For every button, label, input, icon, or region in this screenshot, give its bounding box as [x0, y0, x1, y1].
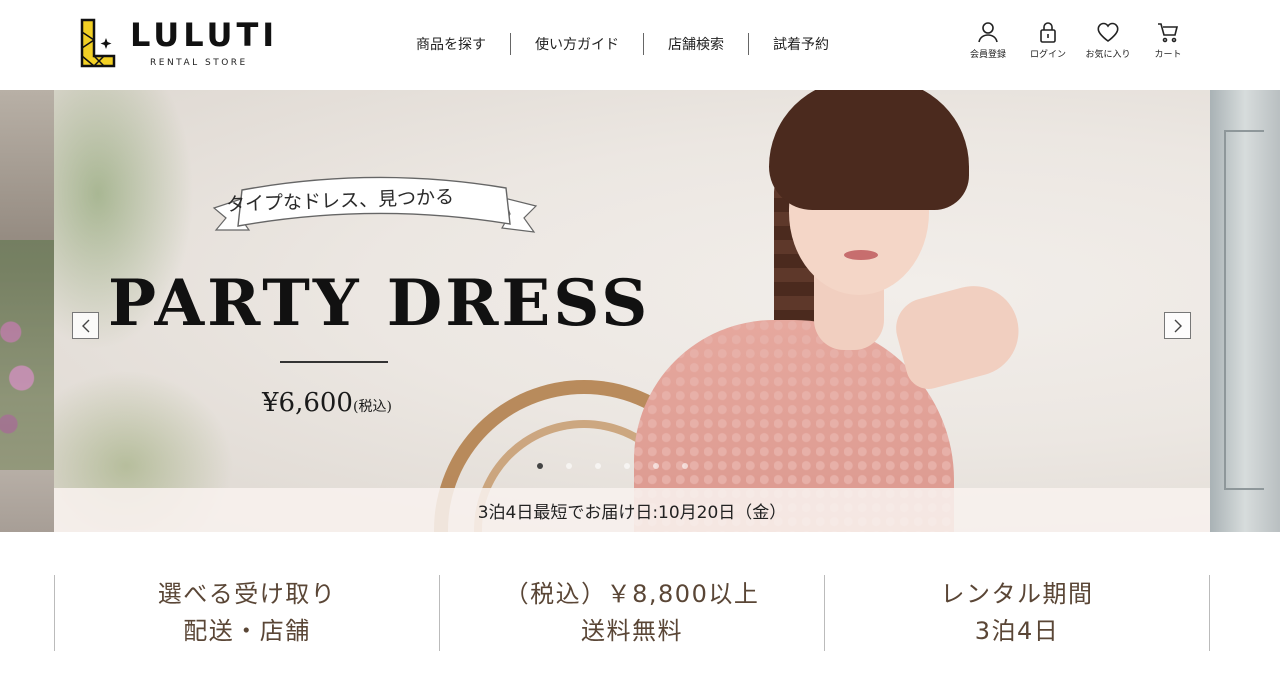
favorites-label: お気に入り	[1085, 50, 1131, 60]
cart-button[interactable]: カート	[1138, 20, 1198, 60]
nav-item-store-search[interactable]: 店舗検索	[644, 34, 748, 54]
hero-carousel: タイプなドレス、見つかる PARTY DRESS ¥6,600(税込) 3泊4日…	[0, 90, 1280, 532]
heart-icon	[1097, 22, 1119, 42]
price-tax-note: (税込)	[352, 399, 392, 415]
feature-pickup-title: 選べる受け取り	[157, 580, 337, 608]
feature-period-title: レンタル期間	[940, 580, 1094, 608]
feature-pickup-detail: 配送・店舗	[183, 617, 311, 645]
register-button[interactable]: 会員登録	[958, 20, 1018, 60]
next-slide-peek	[1210, 90, 1280, 532]
nav-item-fitting-reservation[interactable]: 試着予約	[749, 34, 853, 54]
login-label: ログイン	[1029, 50, 1066, 60]
logo-subtitle: RENTAL STORE	[150, 58, 248, 68]
carousel-dots	[537, 463, 703, 469]
carousel-dot-1[interactable]	[537, 463, 543, 469]
chevron-left-icon	[81, 319, 89, 332]
feature-shipping-title: （税込）￥8,800以上	[504, 580, 760, 608]
carousel-dot-5[interactable]	[653, 463, 659, 469]
prev-slide-peek	[0, 90, 54, 532]
user-icon	[978, 22, 998, 43]
feature-highlights: 選べる受け取り 配送・店舗 （税込）￥8,800以上 送料無料 レンタル期間 3…	[54, 575, 1210, 651]
hero-headline: PARTY DRESS	[108, 266, 651, 341]
lock-icon	[1040, 22, 1056, 43]
hero-price: ¥6,600(税込)	[262, 388, 392, 418]
register-label: 会員登録	[969, 50, 1006, 60]
favorites-button[interactable]: お気に入り	[1078, 20, 1138, 60]
headline-divider	[280, 361, 388, 363]
carousel-next-button[interactable]	[1164, 312, 1191, 339]
carousel-dot-4[interactable]	[624, 463, 630, 469]
carousel-dot-6[interactable]	[682, 463, 688, 469]
login-button[interactable]: ログイン	[1018, 20, 1078, 60]
cart-icon	[1158, 23, 1179, 43]
nav-item-search-products[interactable]: 商品を探す	[392, 34, 510, 54]
site-logo[interactable]: LULUTI RENTAL STORE	[80, 16, 300, 72]
header-utilities: 会員登録 ログイン お気に入り カート	[958, 20, 1198, 60]
delivery-date-bar: 3泊4日最短でお届け日:10月20日（金）	[54, 488, 1210, 532]
nav-item-guide[interactable]: 使い方ガイド	[511, 34, 643, 54]
carousel-dot-2[interactable]	[566, 463, 572, 469]
feature-rental-period: レンタル期間 3泊4日	[824, 575, 1210, 651]
price-value: ¥6,600	[262, 388, 353, 418]
logo-text: LULUTI	[130, 16, 279, 54]
logo-mark-icon	[80, 18, 116, 68]
chevron-right-icon	[1174, 319, 1182, 332]
feature-shipping-detail: 送料無料	[581, 617, 683, 645]
carousel-prev-button[interactable]	[72, 312, 99, 339]
feature-period-detail: 3泊4日	[974, 617, 1060, 645]
feature-free-shipping: （税込）￥8,800以上 送料無料	[439, 575, 824, 651]
site-header: LULUTI RENTAL STORE 商品を探す 使い方ガイド 店舗検索 試着…	[0, 0, 1280, 90]
feature-pickup: 選べる受け取り 配送・店舗	[54, 575, 439, 651]
carousel-dot-3[interactable]	[595, 463, 601, 469]
main-nav: 商品を探す 使い方ガイド 店舗検索 試着予約	[392, 33, 853, 55]
cart-label: カート	[1154, 50, 1182, 60]
